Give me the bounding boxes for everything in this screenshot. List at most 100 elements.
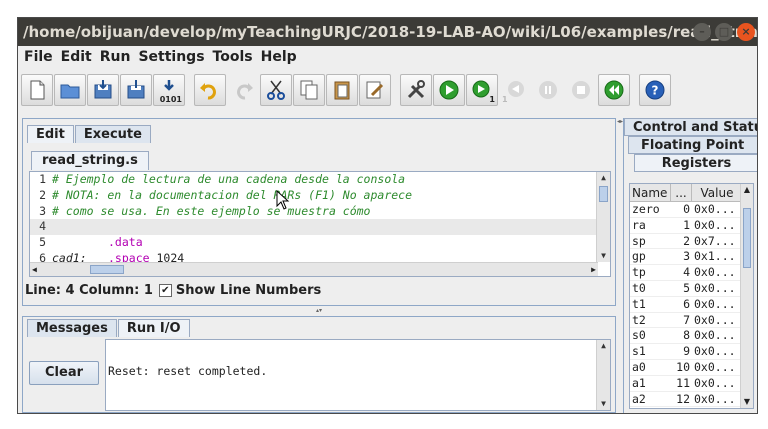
cut-button[interactable] [260, 74, 292, 106]
register-name: s0 [632, 328, 646, 343]
registers-table-header: Name ... Value [630, 184, 753, 202]
registers-scrollbar[interactable]: ▲ ▼ [740, 184, 753, 408]
tab-control-status[interactable]: Control and Status [624, 118, 757, 136]
column-number[interactable]: ... [671, 184, 692, 201]
menu-settings[interactable]: Settings [136, 46, 210, 68]
copy-button[interactable] [293, 74, 325, 106]
tab-messages[interactable]: Messages [27, 319, 117, 337]
io-tabs: Messages Run I/O [27, 319, 191, 337]
help-icon: ? [645, 80, 665, 100]
stop-button[interactable] [565, 74, 597, 106]
register-value: 0x0... [694, 312, 736, 327]
redo-button[interactable] [227, 74, 259, 106]
pause-button[interactable] [532, 74, 564, 106]
table-row[interactable]: zero 0 0x0... [630, 202, 753, 218]
table-row[interactable]: gp 3 0x1... [630, 249, 753, 266]
table-row[interactable]: s1 9 0x0... [630, 344, 753, 360]
reset-icon [604, 80, 624, 100]
new-file-button[interactable] [21, 74, 53, 106]
tab-file-read-string[interactable]: read_string.s [31, 151, 149, 170]
register-num: 5 [683, 280, 690, 295]
show-line-numbers-checkbox[interactable]: ✔ [158, 284, 172, 297]
register-name: a1 [632, 375, 646, 390]
find-replace-button[interactable] [359, 74, 391, 106]
run-button[interactable] [433, 74, 465, 106]
registers-panel: Control and Status Floating Point Regist… [623, 118, 757, 413]
minimize-icon[interactable]: – [693, 23, 711, 41]
tab-run-io[interactable]: Run I/O [117, 319, 190, 337]
column-value[interactable]: Value [692, 184, 741, 201]
paste-button[interactable] [326, 74, 358, 106]
open-button[interactable] [54, 74, 86, 106]
table-row[interactable]: t1 6 0x0... [630, 297, 753, 313]
table-row[interactable]: sp 2 0x7... [630, 234, 753, 250]
clear-button[interactable]: Clear [29, 361, 99, 385]
run-io-output[interactable]: Reset: reset completed. ▲ ▼ [105, 339, 611, 411]
register-num: 2 [683, 233, 690, 248]
close-icon[interactable]: × [737, 23, 755, 41]
scroll-down-icon[interactable]: ▼ [597, 398, 610, 410]
register-name: gp [632, 249, 646, 264]
menu-help[interactable]: Help [259, 46, 303, 68]
register-value: 0x0... [694, 359, 736, 374]
register-name: zero [632, 202, 660, 216]
table-row[interactable]: t2 7 0x0... [630, 313, 753, 329]
register-num: 12 [676, 391, 690, 406]
table-row[interactable]: t0 5 0x0... [630, 281, 753, 297]
register-num: 8 [683, 328, 690, 343]
scroll-thumb[interactable] [599, 186, 608, 202]
menu-file[interactable]: File [22, 46, 59, 68]
menu-run[interactable]: Run [98, 46, 137, 68]
save-button[interactable] [87, 74, 119, 106]
code-comment: # NOTA: en la documentacion del RARs (F1… [52, 187, 413, 202]
table-row[interactable]: a2 12 0x0... [630, 392, 753, 408]
table-row[interactable]: ra 1 0x0... [630, 218, 753, 234]
scroll-down-icon[interactable]: ▼ [741, 396, 753, 408]
maximize-icon[interactable]: □ [715, 23, 733, 41]
table-row[interactable]: a1 11 0x0... [630, 376, 753, 392]
tab-registers[interactable]: Registers [634, 154, 757, 172]
table-row[interactable]: a0 10 0x0... [630, 360, 753, 376]
register-name: tp [632, 265, 646, 280]
backstep-button[interactable]: 1 [499, 74, 531, 106]
scroll-right-icon[interactable]: ▶ [591, 263, 596, 276]
menu-edit[interactable]: Edit [59, 46, 98, 68]
mouse-pointer-icon [276, 189, 290, 210]
column-name[interactable]: Name [630, 184, 671, 201]
tab-execute[interactable]: Execute [74, 125, 151, 143]
table-row[interactable]: tp 4 0x0... [630, 265, 753, 281]
code-line: 2 # NOTA: en la documentacion del RARs (F… [39, 187, 413, 202]
save-as-button[interactable] [120, 74, 152, 106]
scroll-up-icon[interactable]: ▲ [741, 184, 753, 196]
register-value: 0x7... [694, 233, 736, 248]
scroll-up-icon[interactable]: ▲ [597, 172, 610, 184]
register-num: 7 [683, 312, 690, 327]
output-vertical-scrollbar[interactable]: ▲ ▼ [596, 340, 610, 410]
reset-button[interactable] [598, 74, 630, 106]
table-row[interactable]: s0 8 0x0... [630, 328, 753, 345]
undo-button[interactable] [194, 74, 226, 106]
paste-icon [334, 81, 350, 100]
scroll-down-icon[interactable]: ▼ [597, 250, 610, 262]
undo-icon [200, 83, 216, 100]
window-titlebar[interactable]: /home/obijuan/develop/myTeachingURJC/201… [18, 18, 757, 46]
tab-edit[interactable]: Edit [27, 125, 74, 143]
menu-tools[interactable]: Tools [211, 46, 259, 68]
step-button[interactable]: 1 [466, 74, 498, 106]
vertical-split-handle[interactable]: ◂▸ [617, 118, 623, 413]
tab-floating-point[interactable]: Floating Point [628, 136, 757, 154]
code-editor[interactable]: 1 # Ejemplo de lectura de una cadena desd… [29, 171, 611, 277]
horizontal-split-handle[interactable]: ▴▾ [22, 308, 616, 314]
scroll-thumb[interactable] [743, 208, 751, 268]
register-name: a2 [632, 391, 646, 406]
code-line-current: 4 [30, 219, 610, 236]
editor-vertical-scrollbar[interactable]: ▲ ▼ [596, 172, 610, 262]
scroll-thumb[interactable] [90, 265, 124, 274]
scroll-left-icon[interactable]: ◀ [32, 263, 37, 276]
register-num: 4 [683, 265, 690, 280]
help-button[interactable]: ? [639, 74, 671, 106]
dump-memory-button[interactable]: 0101 [153, 74, 185, 106]
editor-horizontal-scrollbar[interactable]: ◀ ▶ [30, 262, 598, 276]
scroll-up-icon[interactable]: ▲ [597, 340, 610, 352]
assemble-button[interactable] [400, 74, 432, 106]
